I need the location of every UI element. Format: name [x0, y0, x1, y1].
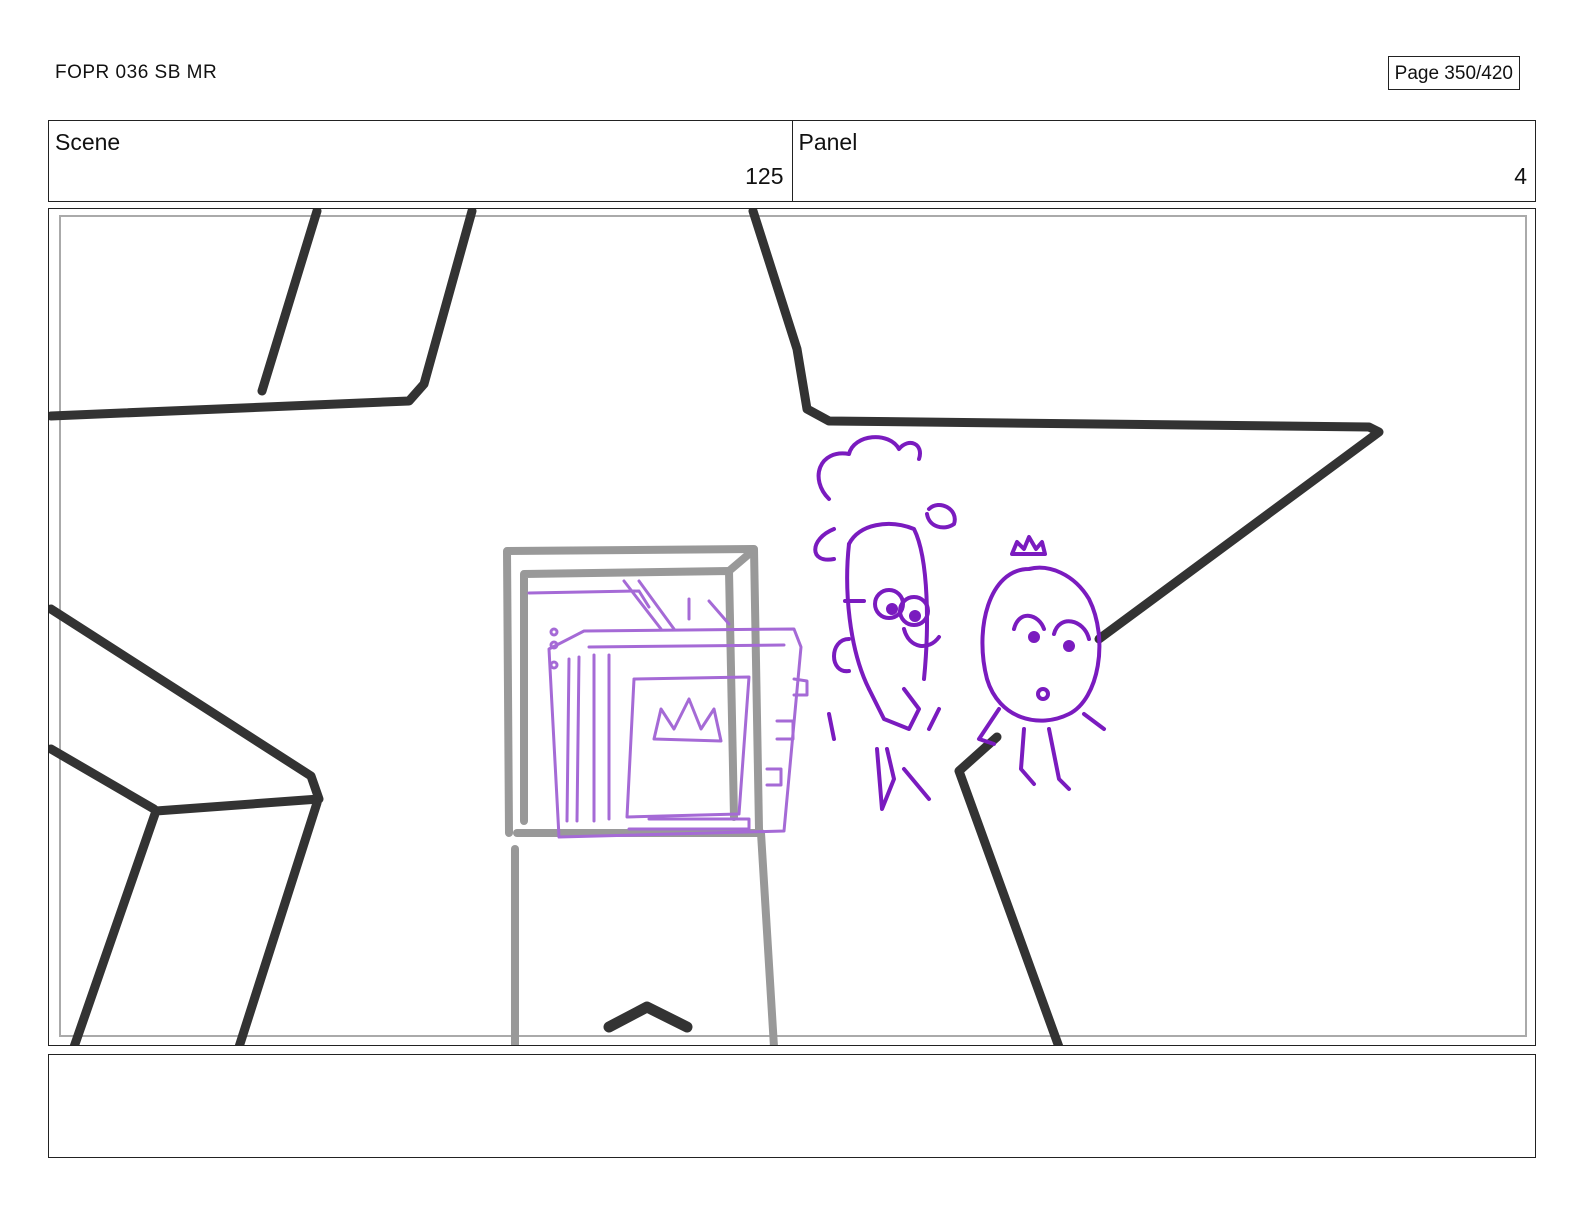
- scene-label: Scene: [55, 129, 121, 155]
- scene-cell: Scene 125: [49, 121, 792, 201]
- panel-label: Panel: [798, 129, 858, 155]
- doorway-frame: [503, 545, 778, 1045]
- document-title: FOPR 036 SB MR: [55, 62, 218, 83]
- scene-number: 125: [745, 163, 784, 189]
- panel-number: 4: [1514, 163, 1527, 189]
- page-number: Page 350/420: [1387, 56, 1520, 90]
- character-cosmo: [813, 435, 957, 811]
- storyboard-panel: [48, 208, 1536, 1046]
- panel-cell: Panel 4: [791, 121, 1536, 201]
- character-wanda: [977, 535, 1106, 791]
- panel-notes: [48, 1054, 1536, 1158]
- storyboard-drawing: [49, 209, 1527, 1045]
- crown-sign: [527, 579, 809, 839]
- scene-panel-info: Scene 125 Panel 4: [48, 120, 1536, 202]
